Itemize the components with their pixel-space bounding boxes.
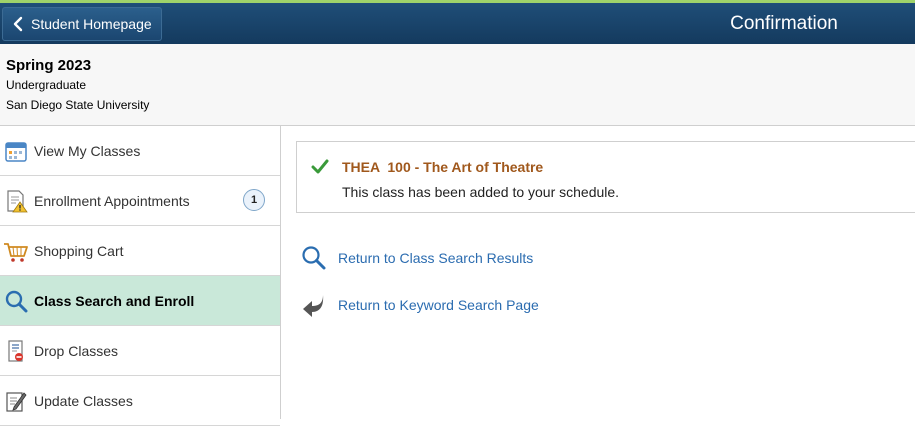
sidebar-item-label: View My Classes (34, 142, 141, 159)
chevron-left-icon (13, 16, 23, 32)
sidebar-item-shopping-cart[interactable]: Shopping Cart (0, 226, 280, 276)
student-context-panel: Spring 2023 Undergraduate San Diego Stat… (0, 44, 915, 126)
sidebar-item-label: Drop Classes (34, 342, 119, 359)
return-arrow-icon (300, 291, 328, 319)
magnifier-icon (3, 288, 29, 314)
career-label: Undergraduate (6, 78, 87, 92)
return-to-class-search-label: Return to Class Search Results (338, 250, 534, 266)
sidebar-item-label: Shopping Cart (34, 242, 124, 259)
back-button-label: Student Homepage (31, 16, 152, 32)
return-to-class-search-link[interactable]: Return to Class Search Results (300, 244, 533, 272)
confirmation-text: This class has been added to your schedu… (342, 184, 620, 200)
institution-label: San Diego State University (6, 98, 150, 112)
sidebar-item-enrollment-appointments[interactable]: Enrollment Appointments 1 (0, 176, 280, 226)
document-warning-icon (3, 188, 29, 214)
sidebar-item-label: Class Search and Enroll (34, 292, 195, 309)
return-to-keyword-search-label: Return to Keyword Search Page (338, 297, 539, 313)
confirmation-message: THEA 100 - The Art of Theatre This class… (296, 141, 915, 213)
edit-document-icon (3, 388, 29, 414)
sidebar-item-drop-classes[interactable]: Drop Classes (0, 326, 280, 376)
shopping-cart-icon (3, 238, 29, 264)
sidebar-item-view-my-classes[interactable]: View My Classes (0, 126, 280, 176)
term-label: Spring 2023 (6, 57, 92, 74)
checkmark-icon (311, 159, 329, 180)
magnifier-icon (300, 244, 328, 272)
drop-document-icon (3, 338, 29, 364)
sidebar-item-class-search-and-enroll[interactable]: Class Search and Enroll (0, 276, 280, 326)
sidebar-item-label: Enrollment Appointments (34, 192, 190, 209)
class-title: THEA 100 - The Art of Theatre (342, 159, 544, 175)
page-title: Confirmation (730, 12, 838, 34)
appointments-count-badge: 1 (243, 189, 265, 211)
student-homepage-back-button[interactable]: Student Homepage (2, 7, 162, 41)
return-to-keyword-search-link[interactable]: Return to Keyword Search Page (300, 291, 539, 319)
sidebar-nav: View My Classes Enrollment Appointments … (0, 126, 281, 426)
page-header: Student Homepage Confirmation (0, 3, 915, 44)
calendar-icon (3, 138, 29, 164)
sidebar-item-label: Update Classes (34, 392, 133, 409)
